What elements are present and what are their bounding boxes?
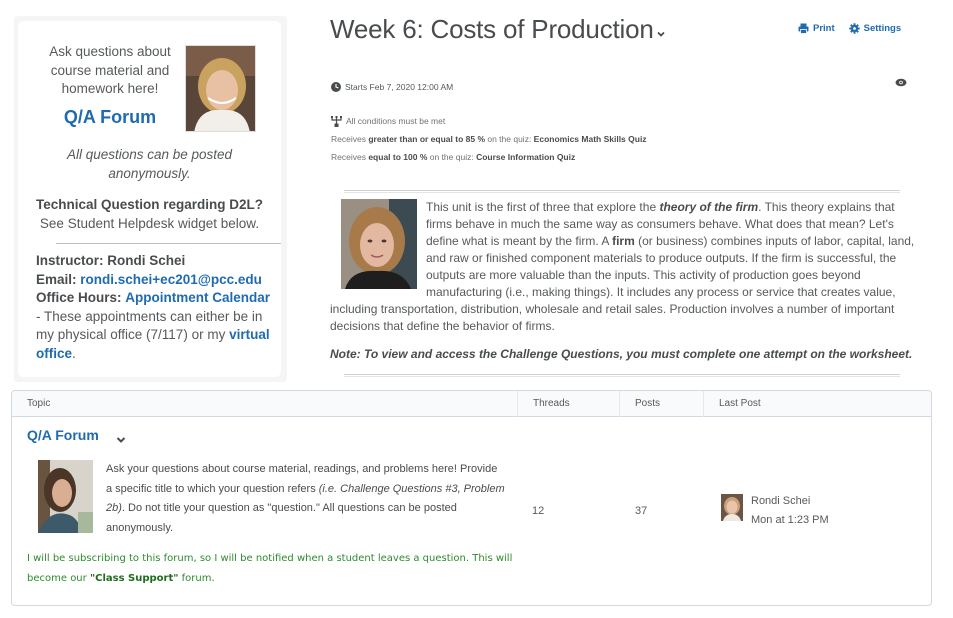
discussion-table: Topic Threads Posts Last Post Q/A Forum … bbox=[11, 390, 932, 606]
office-hours-label: Office Hours: bbox=[36, 290, 122, 305]
description-photo bbox=[341, 199, 417, 289]
email-link[interactable]: rondi.schei+ec201@pcc.edu bbox=[80, 272, 262, 287]
column-header-last-post[interactable]: Last Post bbox=[703, 391, 931, 417]
desc-bold: firm bbox=[612, 234, 635, 248]
settings-button[interactable]: Settings bbox=[848, 23, 902, 34]
start-date-text: Starts Feb 7, 2020 12:00 AM bbox=[345, 82, 454, 92]
condition-prefix: Receives bbox=[331, 134, 369, 144]
last-post-avatar bbox=[721, 494, 743, 521]
instructor-info: Instructor: Rondi Schei Email: rondi.sch… bbox=[36, 252, 276, 363]
gear-icon bbox=[848, 23, 860, 34]
last-post-date: Mon at 1:23 PM bbox=[751, 514, 829, 526]
period: . bbox=[72, 345, 76, 361]
print-button[interactable]: Print bbox=[798, 23, 835, 34]
print-label: Print bbox=[813, 23, 835, 34]
column-header-threads[interactable]: Threads bbox=[517, 391, 619, 417]
subscription-text: forum. bbox=[178, 573, 215, 584]
condition-quiz: Economics Math Skills Quiz bbox=[533, 134, 647, 144]
topic-description: Ask your questions about course material… bbox=[106, 460, 506, 538]
settings-label: Settings bbox=[863, 23, 902, 34]
class-support-label: "Class Support" bbox=[89, 573, 179, 584]
column-header-topic[interactable]: Topic bbox=[12, 391, 517, 417]
desc-text: This unit is the first of three that exp… bbox=[426, 200, 660, 214]
top-actions: Print Settings bbox=[798, 23, 901, 34]
condition-item: Receives equal to 100 % on the quiz: Cou… bbox=[331, 148, 647, 166]
condition-criteria: equal to 100 % bbox=[368, 152, 428, 162]
printer-icon bbox=[798, 23, 809, 34]
description-divider-top bbox=[344, 190, 900, 193]
tech-question: Technical Question regarding D2L? See St… bbox=[28, 195, 271, 233]
condition-item: Receives greater than or equal to 85 % o… bbox=[331, 130, 647, 148]
forum-title-link[interactable]: Q/A Forum bbox=[27, 427, 99, 443]
chevron-down-icon[interactable] bbox=[115, 435, 127, 445]
conditions-icon bbox=[331, 115, 342, 127]
qa-widget-container: Ask questions about course material and … bbox=[14, 16, 287, 382]
tech-helpdesk-text: See Student Helpdesk widget below. bbox=[39, 216, 260, 231]
condition-quiz: Course Information Quiz bbox=[476, 152, 576, 162]
last-post-author[interactable]: Rondi Schei bbox=[751, 495, 810, 507]
widget-intro: Ask questions about course material and … bbox=[49, 44, 171, 96]
conditions-heading: All conditions must be met bbox=[331, 112, 647, 130]
instructor-label: Instructor: Rondi Schei bbox=[36, 253, 186, 268]
widget-divider bbox=[56, 243, 281, 244]
description-divider-bottom bbox=[344, 374, 900, 377]
topic-photo bbox=[38, 460, 93, 533]
appointment-calendar-link[interactable]: Appointment Calendar bbox=[125, 290, 270, 305]
eye-icon[interactable] bbox=[895, 78, 907, 87]
subscription-note: I will be subscribing to this forum, so … bbox=[27, 549, 517, 589]
chevron-down-icon[interactable] bbox=[655, 28, 667, 40]
posts-count: 37 bbox=[635, 505, 648, 517]
condition-prefix: Receives bbox=[331, 152, 369, 162]
challenge-note: Note: To view and access the Challenge Q… bbox=[330, 347, 913, 361]
email-label: Email: bbox=[36, 271, 77, 287]
threads-count: 12 bbox=[532, 505, 545, 517]
unit-description: This unit is the first of three that exp… bbox=[330, 199, 920, 335]
instructor-photo bbox=[185, 45, 256, 132]
condition-mid: on the quiz: bbox=[485, 134, 534, 144]
anonymous-note: All questions can be posted anonymously. bbox=[66, 147, 233, 181]
column-header-posts[interactable]: Posts bbox=[619, 391, 703, 417]
desc-emphasis: theory of the firm bbox=[659, 200, 759, 214]
condition-criteria: greater than or equal to 85 % bbox=[368, 134, 485, 144]
release-conditions: All conditions must be met Receives grea… bbox=[331, 112, 647, 166]
clock-icon bbox=[331, 82, 341, 92]
qa-widget: Ask questions about course material and … bbox=[18, 21, 281, 377]
tech-question-heading: Technical Question regarding D2L? bbox=[35, 197, 264, 212]
table-header: Topic Threads Posts Last Post bbox=[12, 391, 931, 417]
topic-desc-text: . Do not title your question as "questio… bbox=[106, 502, 457, 534]
conditions-heading-text: All conditions must be met bbox=[346, 116, 446, 126]
start-date: Starts Feb 7, 2020 12:00 AM bbox=[331, 82, 453, 92]
condition-mid: on the quiz: bbox=[427, 152, 477, 162]
qa-forum-link[interactable]: Q/A Forum bbox=[40, 107, 180, 128]
page-title: Week 6: Costs of Production bbox=[330, 14, 654, 44]
